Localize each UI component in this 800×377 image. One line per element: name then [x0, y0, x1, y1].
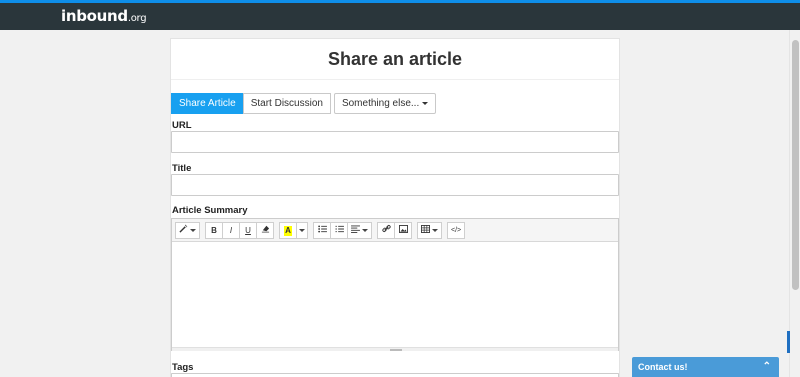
card-header: Share an article — [171, 39, 619, 80]
contact-us-widget[interactable]: Contact us! ⌃ — [632, 357, 779, 377]
top-navigation-bar: inbound.org — [0, 0, 800, 30]
magic-wand-icon — [179, 224, 188, 233]
share-article-card: Share an article Share Article Start Dis… — [170, 38, 620, 377]
underline-button[interactable]: U — [239, 221, 257, 239]
code-view-button[interactable]: </> — [447, 221, 466, 239]
url-input[interactable] — [171, 131, 619, 153]
page-scrollbar[interactable] — [789, 30, 800, 377]
bold-button[interactable]: B — [205, 221, 223, 239]
unordered-list-button[interactable] — [313, 221, 331, 239]
title-label: Title — [172, 163, 192, 174]
url-label: URL — [172, 120, 192, 131]
side-accent-marker — [787, 331, 790, 353]
link-icon — [381, 224, 391, 232]
tab-share-article[interactable]: Share Article — [171, 93, 244, 114]
tags-label: Tags — [172, 362, 194, 373]
color-dropdown-button[interactable] — [296, 221, 308, 239]
insert-picture-button[interactable] — [394, 221, 412, 239]
highlight-color-button[interactable]: A — [279, 221, 297, 239]
tab-start-discussion[interactable]: Start Discussion — [242, 93, 331, 114]
eraser-icon — [261, 225, 269, 232]
chevron-up-icon[interactable]: ⌃ — [763, 357, 771, 377]
insert-table-button[interactable] — [417, 221, 442, 239]
clear-format-button[interactable] — [256, 221, 274, 239]
align-icon — [351, 224, 360, 233]
tags-input[interactable] — [171, 373, 619, 377]
editor-resize-handle[interactable] — [172, 347, 618, 351]
page-title: Share an article — [327, 49, 463, 69]
inbound-logo[interactable]: inbound.org — [61, 7, 147, 25]
article-summary-label: Article Summary — [172, 205, 248, 216]
picture-icon — [398, 224, 408, 233]
ordered-list-button[interactable] — [330, 221, 348, 239]
ordered-list-icon — [335, 225, 344, 232]
unordered-list-icon — [317, 224, 327, 233]
contact-us-label: Contact us! — [638, 362, 688, 372]
italic-button[interactable]: I — [222, 221, 240, 239]
caret-down-icon — [422, 101, 429, 105]
style-dropdown-button[interactable] — [175, 221, 200, 239]
table-icon — [421, 224, 430, 233]
article-summary-editor: B I U A </> — [171, 218, 619, 351]
paragraph-align-button[interactable] — [347, 221, 372, 239]
title-input[interactable] — [171, 174, 619, 196]
post-type-tabs: Share Article Start Discussion Something… — [171, 93, 437, 114]
scrollbar-thumb[interactable] — [792, 40, 799, 290]
summary-text-area[interactable] — [172, 242, 618, 347]
insert-link-button[interactable] — [377, 221, 395, 239]
editor-toolbar: B I U A </> — [172, 219, 618, 242]
tab-something-else-dropdown[interactable]: Something else... — [333, 93, 437, 114]
